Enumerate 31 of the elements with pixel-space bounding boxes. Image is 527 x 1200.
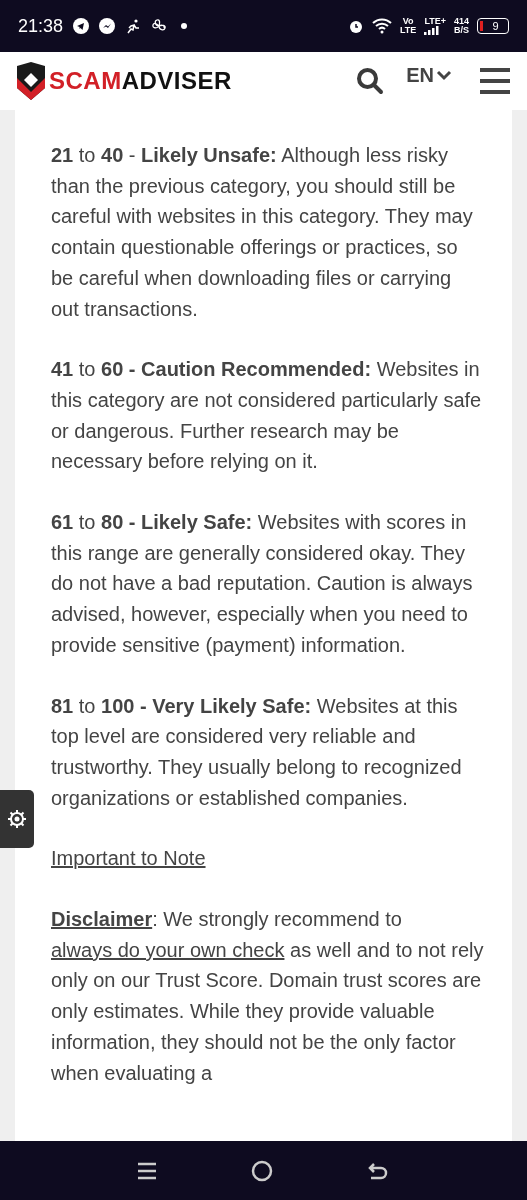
speed-unit: B/S [453, 26, 469, 35]
shield-logo-icon [17, 62, 45, 100]
paragraph: 41 to 60 - Caution Recommended: Websites in this category are not considered particularly safe or dangerous. Further research may be necessary before relying on it. [51, 357, 483, 475]
logo-text[interactable]: SCAMADVISER [49, 63, 232, 99]
wifi-icon [372, 18, 393, 34]
menu-icon[interactable] [480, 66, 510, 96]
important-note-link[interactable]: Important to Note [51, 847, 206, 870]
language-button[interactable]: EN [406, 60, 452, 90]
battery-level: 9 [491, 20, 500, 32]
disclaimer-link[interactable]: Disclaimer [51, 908, 153, 931]
volte-label: Vo [402, 17, 414, 26]
speed-value: 414 [453, 17, 469, 26]
network-label: LTE+ [424, 17, 446, 26]
settings-icon [7, 809, 27, 829]
clock: 21:38 [18, 14, 64, 38]
paragraph: 21 to 40 - Likely Unsafe: Although less risky than the previous category, you should still be careful with websites in this category. They may contain questionable offerings or practices, so be careful when downloading files or carrying out transactions. [51, 143, 474, 322]
own-check-link[interactable]: always do your own check [51, 938, 285, 961]
paragraph: 61 to 80 - Likely Safe: Websites with scores in this range are generally considered okay. They do not have a bad reputation. Caution is always advised, however, especially when you need to provide sensitive (payment) information. [51, 510, 474, 658]
running-icon [125, 18, 142, 34]
recent-apps-icon[interactable] [137, 1160, 158, 1181]
disclaimer-paragraph: Disclaimer: We strongly recommend to always do your own check as well and to not rely only on our Trust Score. Domain trust scores are only estimates. While they provide valuable information, they should not be the only factor when evaluating a [51, 907, 484, 1086]
messenger-icon [99, 18, 116, 34]
alarm-icon [348, 18, 365, 34]
search-icon[interactable] [356, 67, 385, 95]
paragraph: 81 to 100 - Very Likely Safe: Websites at this top level are considered very reliable and trustworthy. They usually belong to recognized organizations or established companies. [51, 693, 463, 811]
back-icon[interactable] [367, 1160, 390, 1181]
volte-label: LTE [400, 26, 417, 35]
settings-button[interactable] [0, 790, 34, 848]
telegram-icon [73, 18, 90, 34]
home-icon[interactable] [251, 1159, 274, 1182]
chevron-down-icon [436, 69, 452, 81]
